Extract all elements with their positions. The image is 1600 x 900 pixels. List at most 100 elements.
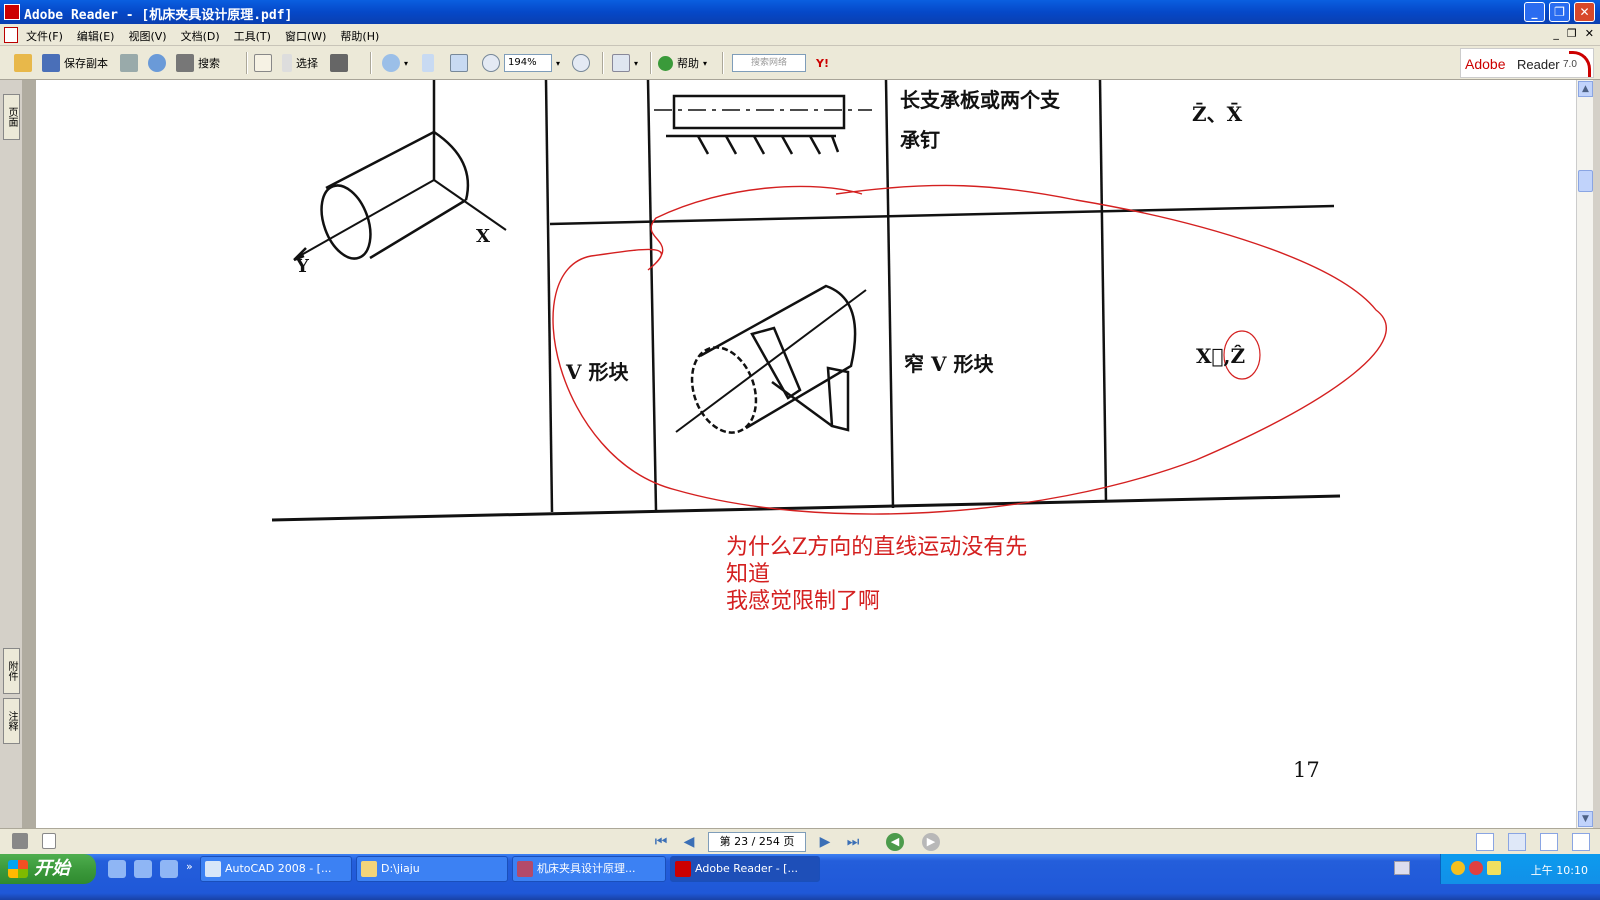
chevron-down-icon[interactable]: ▾ <box>404 59 408 68</box>
cell-long-support-plate: 长支承板或两个支 <box>900 88 1060 112</box>
menu-file[interactable]: 文件(F) <box>26 28 63 44</box>
go-forward-button[interactable]: ▶ <box>922 833 940 851</box>
task-label: AutoCAD 2008 - [... <box>225 862 332 875</box>
text-select-icon[interactable] <box>282 54 292 72</box>
y-axis-line <box>295 179 435 259</box>
internet-explorer-icon[interactable] <box>108 860 126 878</box>
clock: 上午 10:10 <box>1530 864 1588 877</box>
maximize-button[interactable]: ❐ <box>1549 2 1570 22</box>
window-title: Adobe Reader - [机床夹具设计原理.pdf] <box>24 8 293 23</box>
scroll-up-icon[interactable]: ▲ <box>1578 81 1593 97</box>
start-button[interactable]: 开始 <box>0 854 96 884</box>
scrollbar-thumb[interactable] <box>1578 170 1593 192</box>
fit-page-icon[interactable] <box>422 54 435 72</box>
facing-view-icon[interactable] <box>1540 833 1558 851</box>
pane-divider[interactable] <box>22 80 36 828</box>
email-icon[interactable] <box>148 54 166 72</box>
yahoo-search-button[interactable]: Y! <box>816 57 829 70</box>
next-page-button[interactable]: ▶ <box>816 833 834 851</box>
zoom-out-icon[interactable] <box>482 54 501 72</box>
menu-edit[interactable]: 编辑(E) <box>77 28 115 44</box>
open-folder-icon[interactable] <box>14 54 32 72</box>
task-label: D:\jiaju <box>381 862 420 875</box>
task-explorer-folder[interactable]: D:\jiaju <box>356 856 508 882</box>
help-button[interactable]: 帮助 <box>677 55 699 71</box>
page-info-icon[interactable] <box>42 833 56 849</box>
menu-tools[interactable]: 工具(T) <box>234 28 271 44</box>
binoculars-icon[interactable] <box>176 54 194 72</box>
menu-document[interactable]: 文档(D) <box>181 28 220 44</box>
window-edge <box>1593 80 1600 828</box>
last-page-button[interactable]: ⏭ <box>844 833 862 851</box>
windows-logo-icon <box>8 860 28 878</box>
tab-attachments[interactable]: 附件 <box>3 648 20 694</box>
adobe-swoosh-icon <box>1569 51 1591 77</box>
minimize-button[interactable]: _ <box>1524 2 1545 22</box>
task-pdf-archive[interactable]: 机床夹具设计原理... <box>512 856 666 882</box>
pdf-document-icon[interactable] <box>4 27 18 43</box>
single-page-view-icon[interactable] <box>1476 833 1494 851</box>
save-icon[interactable] <box>42 54 60 72</box>
keyboard-icon[interactable] <box>1394 861 1410 875</box>
task-adobe-reader[interactable]: Adobe Reader - [... <box>670 856 820 882</box>
select-tool-button[interactable]: 选择 <box>296 55 318 71</box>
continuous-facing-view-icon[interactable] <box>1572 833 1590 851</box>
document-restore-button[interactable]: ❐ <box>1567 27 1577 40</box>
tab-comments[interactable]: 注释 <box>3 698 20 744</box>
task-autocad[interactable]: AutoCAD 2008 - [... <box>200 856 352 882</box>
annotation-line: 知道 <box>726 562 771 587</box>
search-web-input[interactable]: 搜索网络 <box>732 54 806 72</box>
quick-launch-icon[interactable] <box>134 860 152 878</box>
help-dropdown-icon[interactable]: ▾ <box>703 59 707 68</box>
snapshot-camera-icon[interactable] <box>330 54 348 72</box>
page-number-input[interactable]: 第 23 / 254 页 <box>708 832 806 852</box>
cell-dof-bottom: X⃗,Ẑ <box>1196 344 1246 368</box>
vertical-scrollbar[interactable]: ▲ ▼ <box>1576 80 1593 828</box>
menu-help[interactable]: 帮助(H) <box>340 28 379 44</box>
tab-pages[interactable]: 页面 <box>3 94 20 140</box>
go-back-button[interactable]: ◀ <box>886 833 904 851</box>
first-page-button[interactable]: ⏮ <box>652 833 670 851</box>
cell-dof-top: Z̄、X̄ <box>1192 102 1243 126</box>
table-line <box>549 204 1335 226</box>
document-minimize-button[interactable]: _ <box>1553 27 1559 40</box>
adobe-reader-task-icon <box>675 861 691 877</box>
search-button[interactable]: 搜索 <box>198 55 220 71</box>
adobe-reader-icon <box>4 4 20 20</box>
table-line <box>646 80 658 511</box>
close-button[interactable]: ✕ <box>1574 2 1595 22</box>
scroll-down-icon[interactable]: ▼ <box>1578 811 1593 827</box>
zoom-level-input[interactable]: 194% <box>504 54 553 72</box>
zoom-in-tool-icon[interactable] <box>382 54 400 72</box>
help-icon[interactable] <box>658 55 673 71</box>
menu-window[interactable]: 窗口(W) <box>285 28 326 44</box>
print-icon[interactable] <box>120 54 138 72</box>
x-axis-line <box>433 179 507 231</box>
brand-adobe: Adobe <box>1465 56 1506 72</box>
cylinder-far-end <box>433 130 470 201</box>
hatch-lines <box>696 135 840 155</box>
rotate-view-icon[interactable] <box>612 54 630 72</box>
save-copy-button[interactable]: 保存副本 <box>64 55 108 71</box>
tray-icon[interactable] <box>1469 861 1483 875</box>
tray-icon[interactable] <box>1451 861 1465 875</box>
fit-width-icon[interactable] <box>450 54 469 72</box>
comment-annotation[interactable]: 为什么Z方向的直线运动没有先 知道 我感觉限制了啊 <box>726 534 1027 615</box>
zoom-dropdown-icon[interactable]: ▾ <box>556 59 560 68</box>
archive-icon <box>517 861 533 877</box>
zoom-in-icon[interactable] <box>572 54 591 72</box>
cylinder-body <box>325 130 467 260</box>
media-player-icon[interactable] <box>160 860 178 878</box>
hand-tool-icon[interactable] <box>254 54 272 72</box>
tray-icon[interactable] <box>1487 861 1501 875</box>
document-close-button[interactable]: ✕ <box>1585 27 1594 40</box>
menu-view[interactable]: 视图(V) <box>128 28 166 44</box>
previous-page-button[interactable]: ◀ <box>680 833 698 851</box>
continuous-view-icon[interactable] <box>1508 833 1526 851</box>
rotate-dropdown-icon[interactable]: ▾ <box>634 59 638 68</box>
cell-long-support-plate-cont: 承钉 <box>900 128 940 152</box>
more-quick-launch-icon[interactable]: » <box>186 860 193 878</box>
title-bar: Adobe Reader - [机床夹具设计原理.pdf] _ ❐ ✕ <box>0 0 1600 24</box>
system-tray: 上午 10:10 <box>1440 854 1600 884</box>
sidebar-toggle-icon[interactable] <box>12 833 28 849</box>
